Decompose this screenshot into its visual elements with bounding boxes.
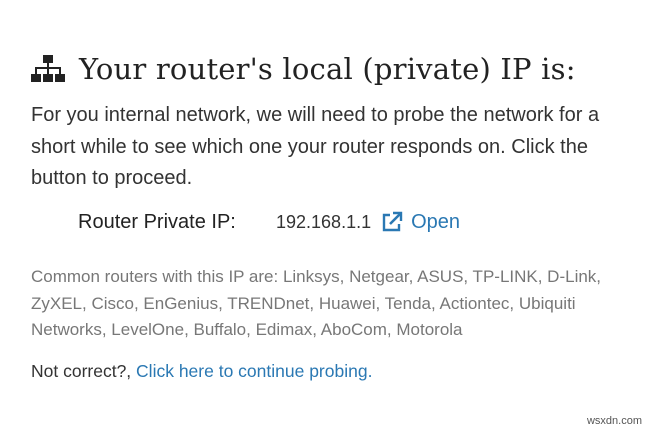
router-ip-row: Router Private IP: 192.168.1.1 Open [78,206,460,238]
router-ip-value: 192.168.1.1 [276,211,372,232]
not-correct-prefix: Not correct?, [31,361,137,381]
not-correct-line: Not correct?, Click here to continue pro… [31,358,372,384]
page: Your router's local (private) IP is: For… [0,0,650,433]
sitemap-icon [31,55,65,83]
continue-probing-link[interactable]: Click here to continue probing. [136,361,372,381]
open-link-label: Open [411,210,461,233]
common-routers-text: Common routers with this IP are: Linksys… [31,267,602,339]
page-heading: Your router's local (private) IP is: [31,47,576,91]
open-router-link[interactable]: Open [381,211,460,234]
watermark: wsxdn.com [586,415,642,427]
external-link-icon [381,211,403,233]
page-title: Your router's local (private) IP is: [79,52,576,86]
router-ip-label: Router Private IP: [78,210,236,233]
intro-text: For you internal network, we will need t… [31,104,600,189]
